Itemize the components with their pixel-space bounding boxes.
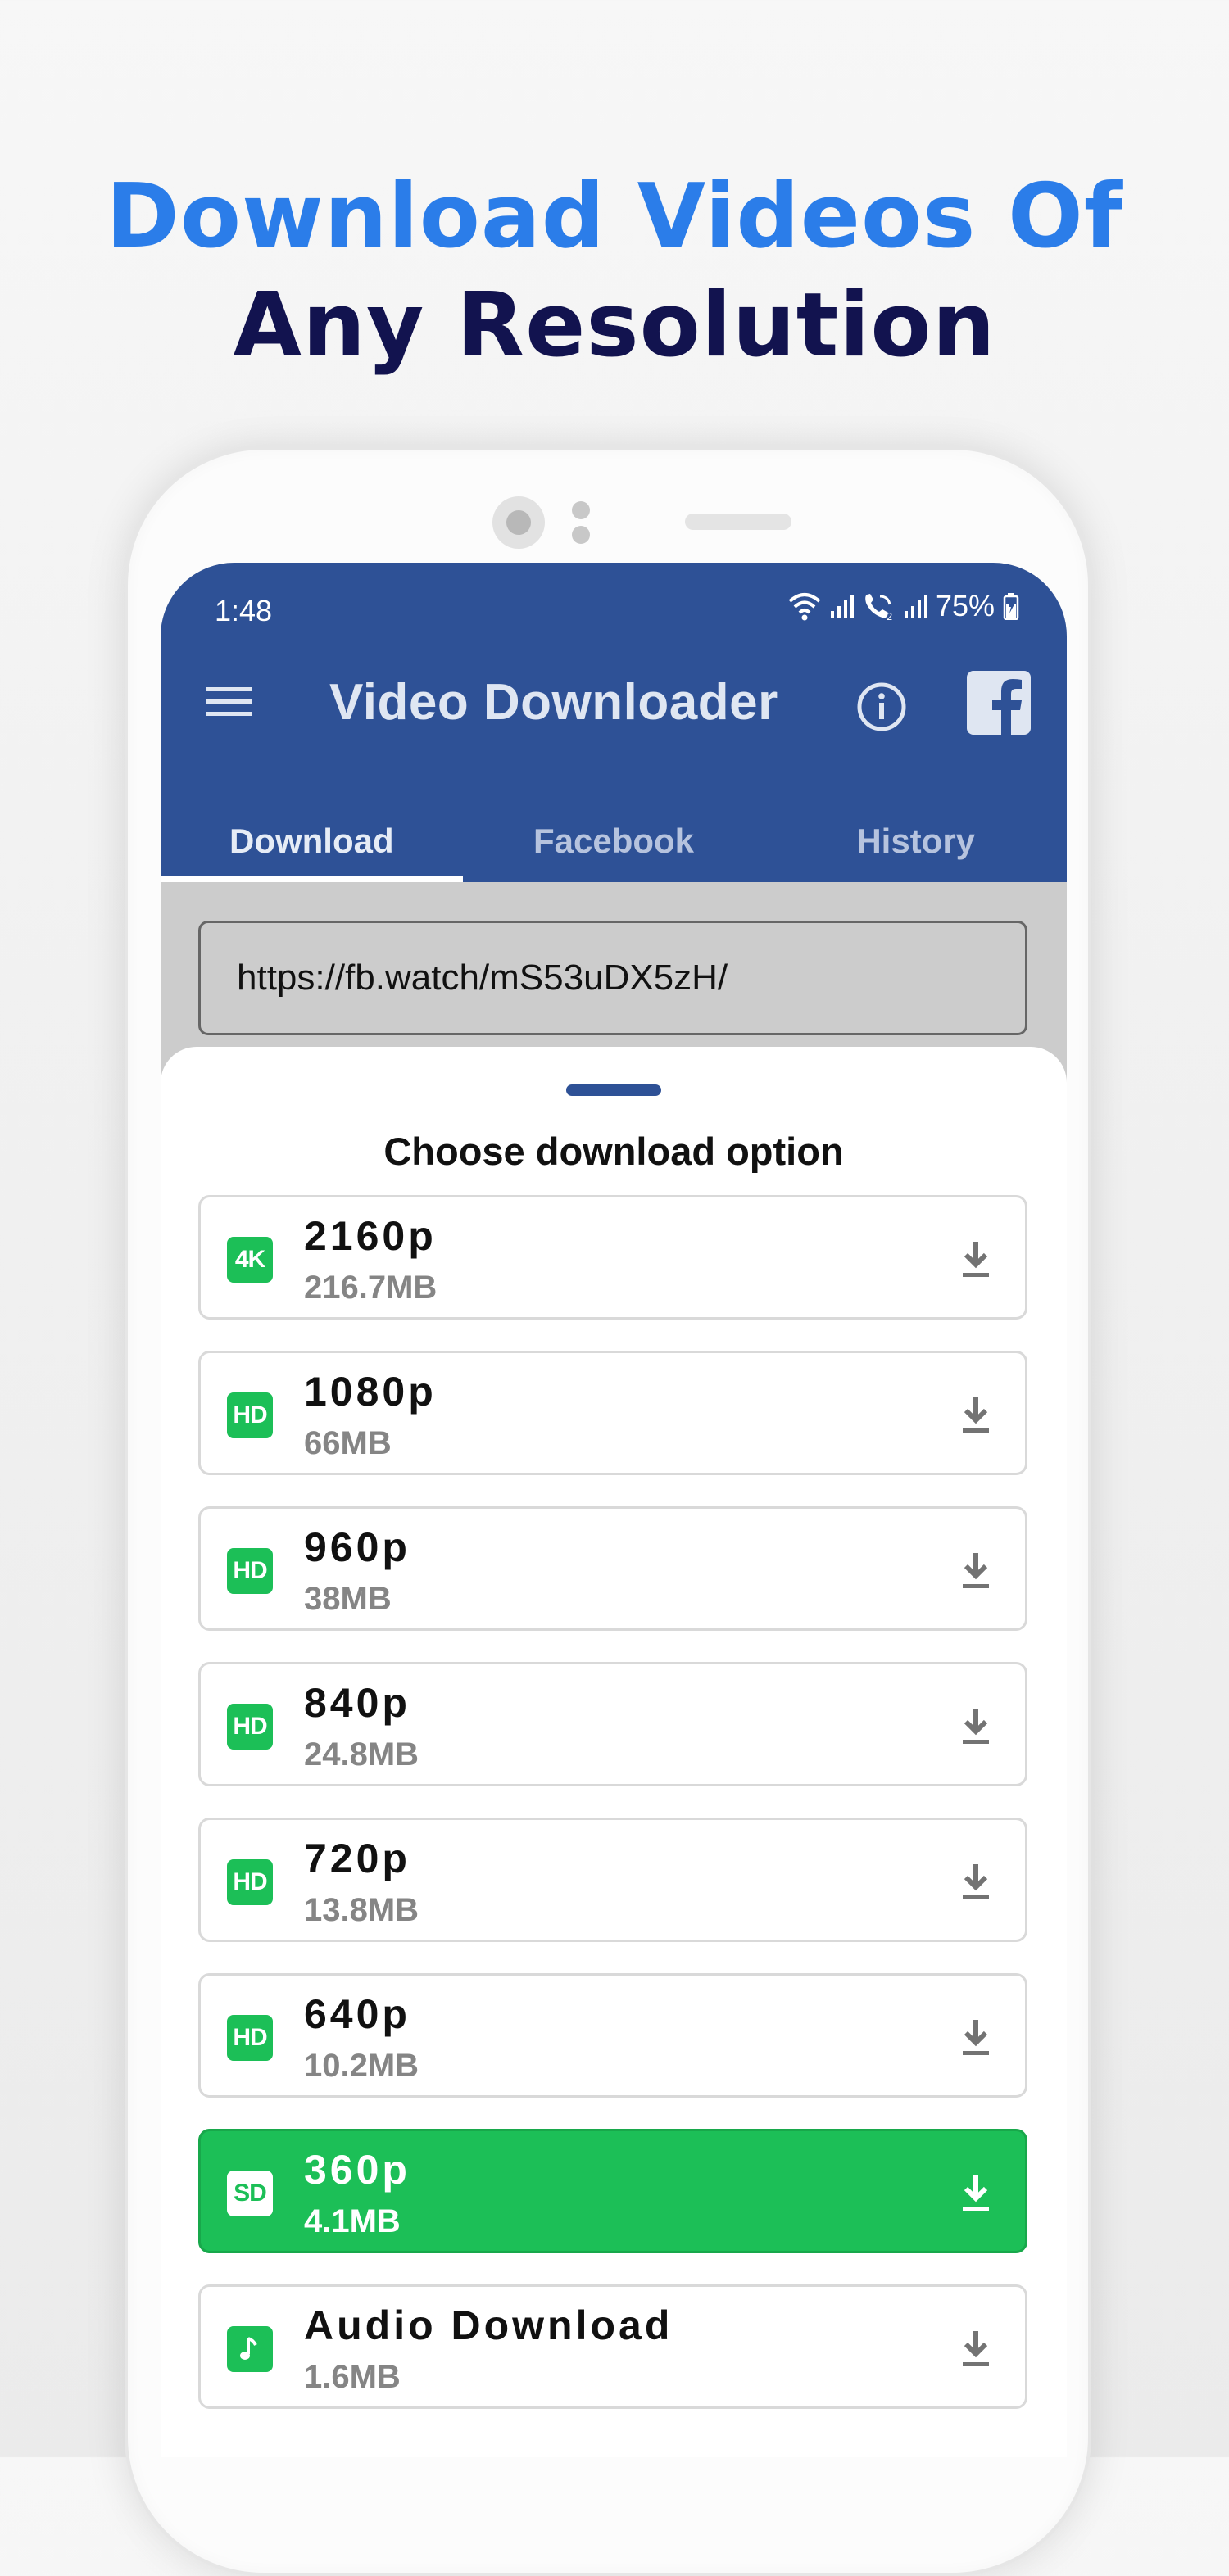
option-size: 216.7MB <box>304 1270 438 1306</box>
option-size: 13.8MB <box>304 1892 419 1928</box>
option-size: 66MB <box>304 1425 392 1461</box>
menu-button[interactable] <box>197 669 262 735</box>
option-resolution: 840p <box>304 1680 410 1726</box>
battery-percent: 75% <box>935 589 995 622</box>
wifi-icon <box>788 593 821 621</box>
headline: Download Videos Of Any Resolution <box>0 164 1229 381</box>
download-icon[interactable] <box>953 1392 999 1438</box>
download-option-640p[interactable]: HD 640p 10.2MB <box>198 1973 1027 2098</box>
status-icons: 2 75% <box>788 589 1019 623</box>
option-resolution: 2160p <box>304 1213 437 1259</box>
download-icon[interactable] <box>953 1237 999 1283</box>
signal-icon <box>904 595 927 618</box>
sheet-drag-handle[interactable] <box>566 1084 661 1096</box>
quality-badge: HD <box>227 1859 273 1905</box>
front-camera <box>492 496 545 549</box>
tab-history[interactable]: History <box>764 800 1067 882</box>
status-time: 1:48 <box>215 594 273 627</box>
download-icon[interactable] <box>953 1704 999 1750</box>
sensor-dot <box>572 526 590 544</box>
download-option-960p[interactable]: HD 960p 38MB <box>198 1506 1027 1631</box>
download-icon[interactable] <box>953 1548 999 1594</box>
battery-icon <box>1003 593 1019 620</box>
app-title: Video Downloader <box>329 674 778 731</box>
facebook-icon <box>967 671 1031 736</box>
headline-line-2: Any Resolution <box>233 274 996 377</box>
option-resolution: Audio Download <box>304 2302 673 2348</box>
wifi-call-icon: 2 <box>865 594 893 621</box>
download-option-1080p[interactable]: HD 1080p 66MB <box>198 1351 1027 1475</box>
menu-icon <box>206 687 252 716</box>
quality-badge: 4K <box>227 1237 273 1283</box>
download-icon[interactable] <box>953 2015 999 2061</box>
tab-download[interactable]: Download <box>161 800 463 882</box>
download-option-2160p[interactable]: 4K 2160p 216.7MB <box>198 1195 1027 1320</box>
quality-badge: SD <box>227 2171 273 2216</box>
quality-badge: HD <box>227 1548 273 1594</box>
option-resolution: 640p <box>304 1991 410 2037</box>
option-resolution: 960p <box>304 1524 410 1570</box>
headline-line-1: Download Videos Of <box>106 165 1123 268</box>
sheet-title: Choose download option <box>383 1130 844 1173</box>
option-resolution: 720p <box>304 1836 410 1881</box>
option-size: 24.8MB <box>304 1736 419 1772</box>
music-note-icon <box>227 2326 273 2372</box>
tab-facebook[interactable]: Facebook <box>463 800 765 882</box>
tab-bar: Download Facebook History <box>161 800 1067 882</box>
option-resolution: 360p <box>304 2147 410 2193</box>
quality-badge: HD <box>227 2015 273 2061</box>
info-button[interactable] <box>849 674 914 740</box>
app-bar: 1:48 2 75% Video Downloader Download Fac… <box>161 563 1067 882</box>
svg-text:2: 2 <box>887 611 893 621</box>
option-size: 10.2MB <box>304 2048 419 2084</box>
option-size: 4.1MB <box>304 2203 401 2239</box>
signal-icon <box>830 595 854 618</box>
download-options-sheet: Choose download option 4K 2160p 216.7MB … <box>161 1047 1067 2457</box>
phone-screen: 1:48 2 75% Video Downloader Download Fac… <box>161 563 1067 2457</box>
download-icon[interactable] <box>953 2326 999 2372</box>
facebook-button[interactable] <box>965 669 1032 736</box>
option-size: 38MB <box>304 1581 392 1617</box>
download-option-360p[interactable]: SD 360p 4.1MB <box>198 2129 1027 2253</box>
quality-badge: HD <box>227 1392 273 1438</box>
download-option-720p[interactable]: HD 720p 13.8MB <box>198 1818 1027 1942</box>
url-input[interactable]: https://fb.watch/mS53uDX5zH/ <box>198 921 1027 1035</box>
quality-badge: HD <box>227 1704 273 1750</box>
download-icon[interactable] <box>953 1859 999 1905</box>
option-resolution: 1080p <box>304 1369 437 1415</box>
download-option-audio[interactable]: Audio Download 1.6MB <box>198 2284 1027 2409</box>
info-icon <box>857 682 906 731</box>
option-size: 1.6MB <box>304 2359 401 2395</box>
earpiece-speaker <box>685 514 791 530</box>
sensor-dot <box>572 501 590 519</box>
download-icon[interactable] <box>953 2171 999 2216</box>
download-option-840p[interactable]: HD 840p 24.8MB <box>198 1662 1027 1786</box>
